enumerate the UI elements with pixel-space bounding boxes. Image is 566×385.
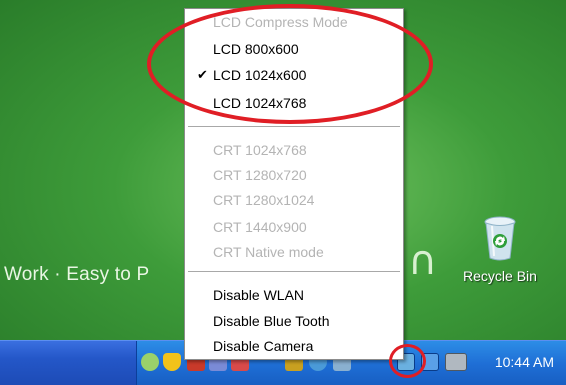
menu-item-label: CRT 1280x720 [213,167,307,183]
menu-item-crt-1440x900: CRT 1440x900 [185,216,403,238]
security-shield-icon[interactable] [163,353,181,371]
menu-item-label: CRT Native mode [213,244,324,260]
recycle-bin-icon[interactable] [482,214,518,262]
menu-item-crt-native-mode: CRT Native mode [185,241,403,263]
menu-item-label: CRT 1280x1024 [213,192,315,208]
highlight-oval [147,4,433,124]
wallpaper-glyph: ∩ [408,238,438,284]
menu-item-crt-1280x1024: CRT 1280x1024 [185,189,403,211]
wallpaper-text: Work · Easy to P [4,264,150,285]
menu-item-label: Disable WLAN [213,287,305,303]
menu-item-crt-1024x768: CRT 1024x768 [185,139,403,161]
highlight-circle [389,344,426,378]
menu-separator [188,271,400,273]
recycle-bin-label: Recycle Bin [463,268,537,284]
clock[interactable]: 10:44 AM [495,354,554,370]
menu-item-label: CRT 1024x768 [213,142,307,158]
menu-item-disable-wlan[interactable]: Disable WLAN [185,284,403,306]
menu-item-label: Disable Camera [213,338,314,354]
laptop-icon[interactable] [445,353,467,371]
menu-item-crt-1280x720: CRT 1280x720 [185,164,403,186]
recycle-bin[interactable]: Recycle Bin [454,214,546,284]
menu-item-disable-bluetooth[interactable]: Disable Blue Tooth [185,310,403,332]
menu-item-label: Disable Blue Tooth [213,313,330,329]
network-icon[interactable] [141,353,159,371]
menu-item-label: CRT 1440x900 [213,219,307,235]
menu-separator [188,126,400,128]
menu-item-disable-camera[interactable]: Disable Camera [185,335,403,357]
